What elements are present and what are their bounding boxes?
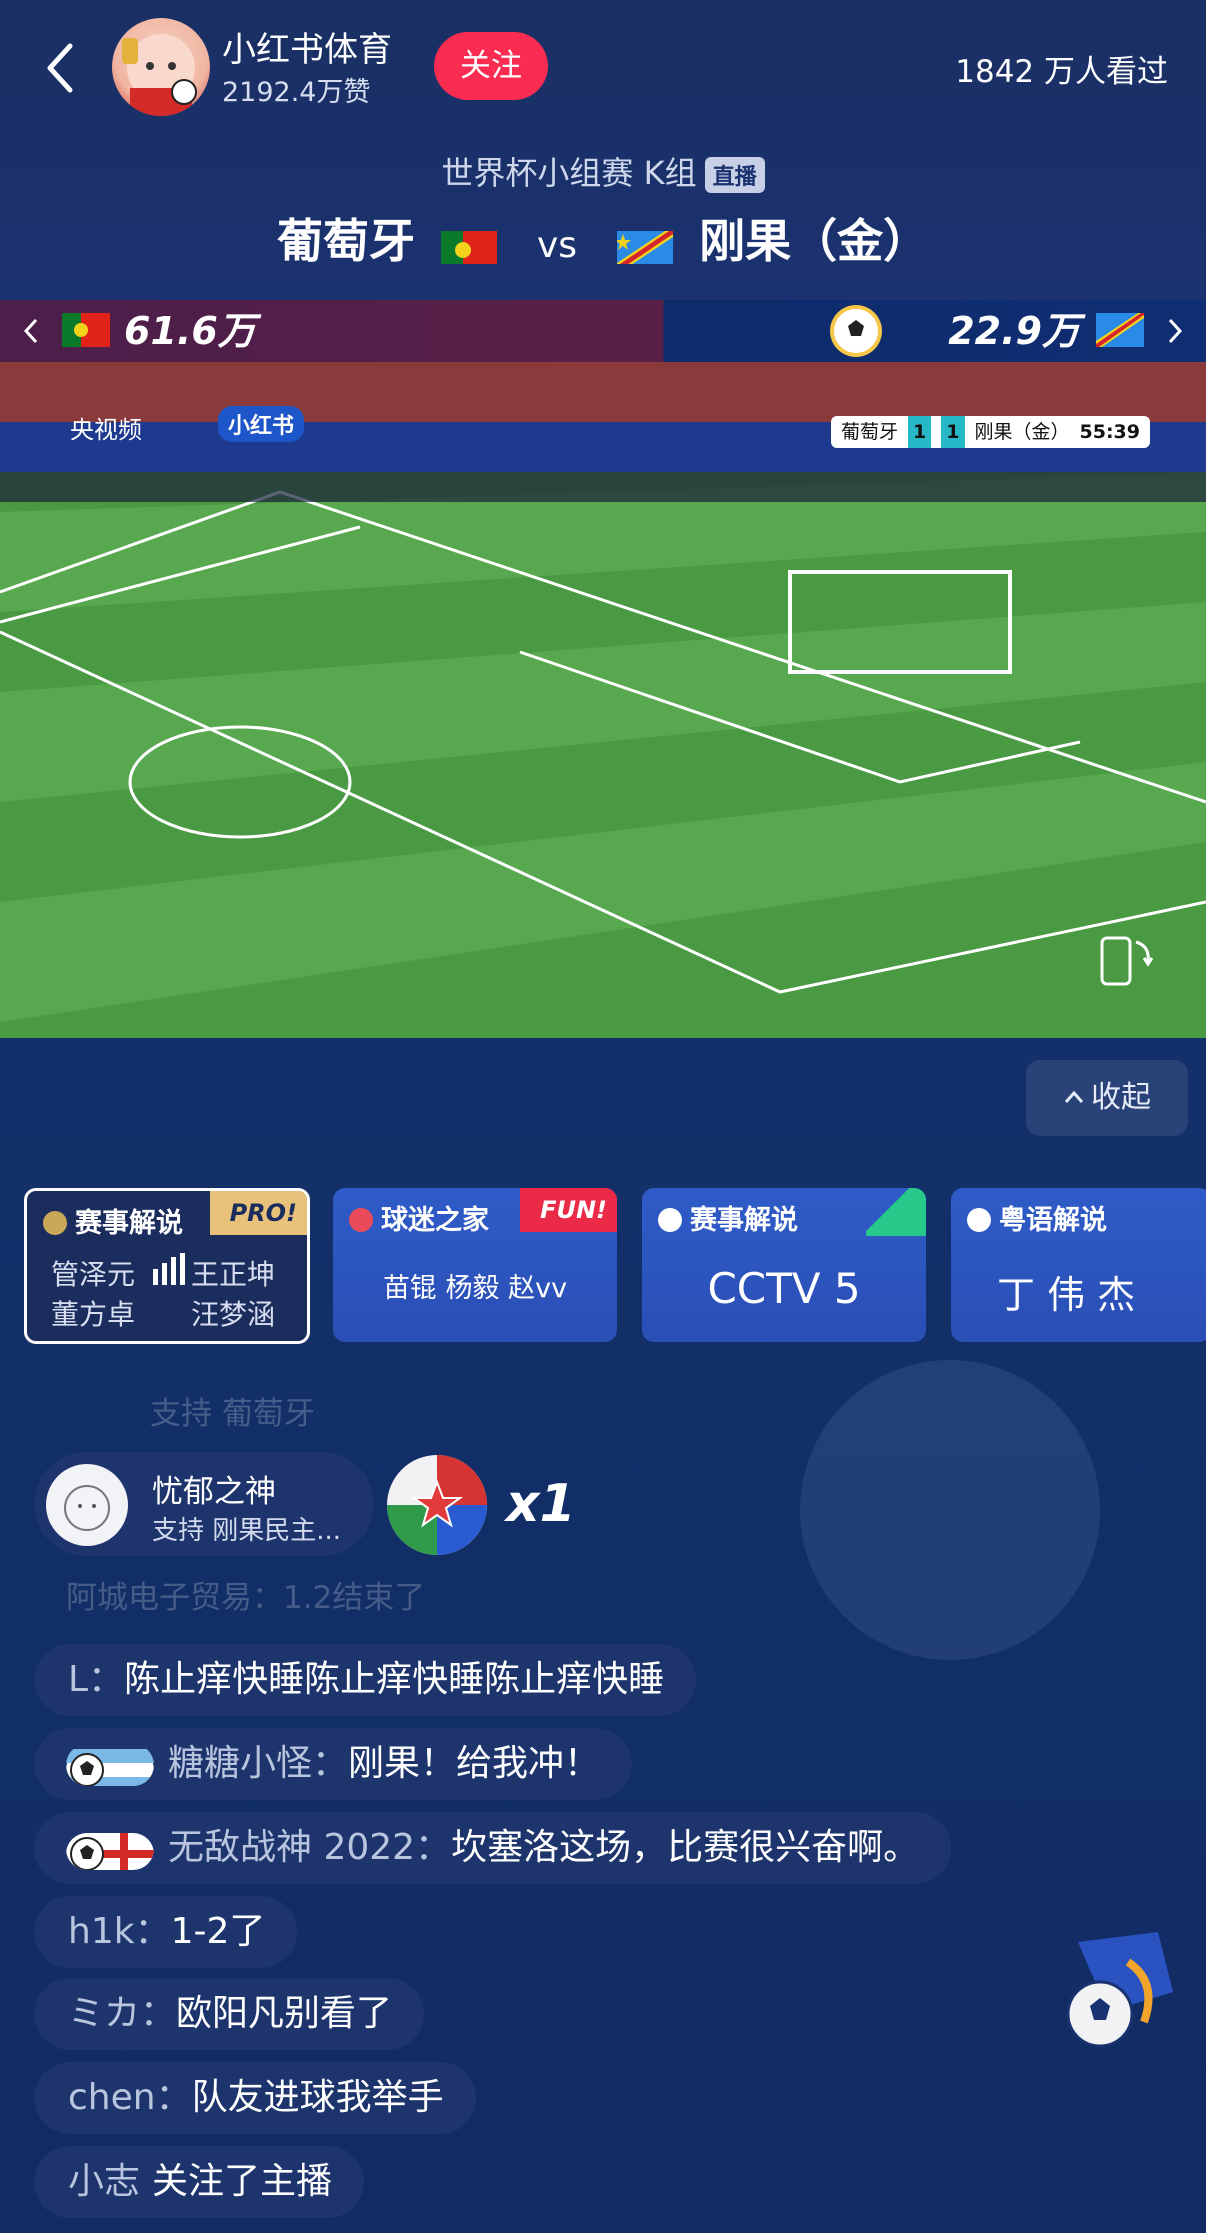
score-home-name: 葡萄牙 — [841, 421, 899, 443]
team-home: 葡萄牙 — [276, 214, 415, 268]
score-home: 1 — [908, 416, 932, 448]
card-title: 球迷之家 — [349, 1198, 489, 1237]
portugal-flag-icon — [440, 226, 497, 264]
broadcaster-logo: 央视频 — [70, 416, 142, 444]
congo-flag-icon — [617, 226, 674, 264]
commentary-card-cantonese[interactable]: 粤语解说 丁 伟 杰 — [951, 1188, 1206, 1342]
commentator-4: 汪梦涵 — [191, 1298, 276, 1331]
live-tag: 直播 — [704, 157, 765, 193]
rotate-screen-icon[interactable] — [1096, 928, 1156, 988]
chat-text: 陈止痒快睡陈止痒快睡陈止痒快睡 — [124, 1659, 665, 1700]
gift-username[interactable]: 忧郁之神 — [152, 1466, 276, 1511]
video-player[interactable]: 央视频 小红书 葡萄牙 1 1 刚果（金） 55:39 — [0, 362, 1206, 1038]
viewer-count: 1842 万人看过 — [955, 54, 1168, 90]
avatar-face-icon — [122, 34, 197, 116]
commentary-card-pro[interactable]: 赛事解说 PRO! 管泽元 王正坤 董方卓 汪梦涵 — [24, 1188, 310, 1344]
gift-count: x1 — [506, 1474, 576, 1534]
card-corner-accent — [866, 1188, 926, 1236]
chevron-up-icon — [1063, 1062, 1085, 1103]
golden-ball-icon — [830, 305, 882, 357]
support-bar[interactable]: 61.6万 22.9万 — [0, 300, 1206, 362]
card-title: 赛事解说 — [43, 1201, 183, 1240]
commentary-card-cctv[interactable]: 赛事解说 CCTV 5 — [642, 1188, 926, 1342]
match-title: 葡萄牙 vs 刚果（金） — [0, 205, 1206, 271]
chat-message[interactable]: 小志 关注了主播 — [34, 2146, 365, 2218]
audio-level-icon — [153, 1253, 185, 1285]
team-away: 刚果（金） — [699, 214, 930, 268]
card-title: 粤语解说 — [967, 1198, 1107, 1237]
commentator-2: 王正坤 — [191, 1258, 276, 1291]
score-away-name: 刚果（金） — [974, 421, 1070, 443]
congo-flag-icon — [1096, 313, 1144, 347]
chat-message[interactable]: h1k：1-2了 — [34, 1896, 298, 1968]
chat-text: 刚果！给我冲！ — [348, 1743, 601, 1784]
argentina-fan-badge-icon — [66, 1744, 154, 1786]
chat-message[interactable]: L：陈止痒快睡陈止痒快睡陈止痒快睡 — [34, 1644, 697, 1716]
chat-text: 关注了主播 — [152, 2161, 333, 2202]
scoreboard: 葡萄牙 1 1 刚果（金） 55:39 — [831, 416, 1150, 448]
pitch-scene — [0, 362, 1206, 1038]
fun-badge: FUN! — [520, 1188, 617, 1232]
chevron-left-icon[interactable] — [22, 316, 40, 346]
chat-username[interactable]: 小志 — [68, 2161, 140, 2202]
chat-username[interactable]: ミカ： — [68, 1993, 176, 2034]
ball-icon — [967, 1208, 991, 1232]
cat-face-icon — [64, 1485, 110, 1531]
chat-message[interactable]: ミカ：欧阳凡别看了 — [34, 1978, 425, 2050]
ball-icon — [349, 1208, 373, 1232]
faded-message: 支持 葡萄牙 — [150, 1396, 315, 1432]
host-avatar[interactable] — [112, 18, 210, 116]
card-channel: CCTV 5 — [707, 1264, 861, 1313]
faded-message: 阿城电子贸易：1.2结束了 — [66, 1580, 426, 1616]
card-commentator: 丁 伟 杰 — [997, 1273, 1136, 1317]
england-fan-badge-icon — [66, 1828, 154, 1870]
chat-message[interactable]: 无敌战神 2022：坎塞洛这场，比赛很兴奋啊。 — [34, 1812, 952, 1884]
gift-notice: 忧郁之神 支持 刚果民主... — [34, 1452, 374, 1556]
chat-username[interactable]: chen： — [68, 2077, 192, 2118]
chat-text: 队友进球我举手 — [191, 2077, 444, 2118]
match-stage: 世界杯小组赛 K组 — [441, 154, 697, 192]
back-icon[interactable] — [40, 38, 80, 98]
match-clock: 55:39 — [1079, 421, 1140, 443]
chat-username[interactable]: h1k： — [68, 1911, 171, 1952]
commentator-1: 管泽元 — [51, 1258, 136, 1291]
collapse-button[interactable]: 收起 — [1026, 1060, 1188, 1136]
card-title: 赛事解说 — [658, 1198, 798, 1237]
platform-chip: 小红书 — [218, 406, 305, 442]
cheer-button-icon[interactable] — [1048, 1922, 1188, 2052]
follow-button[interactable]: 关注 — [434, 32, 548, 100]
ball-icon — [658, 1208, 682, 1232]
chat-username[interactable]: 糖糖小怪： — [168, 1743, 348, 1784]
chat-text: 坎塞洛这场，比赛很兴奋啊。 — [451, 1827, 920, 1868]
gift-support-text: 支持 刚果民主... — [152, 1516, 342, 1546]
portugal-flag-icon — [62, 313, 110, 347]
host-name[interactable]: 小红书体育 — [222, 22, 392, 71]
away-support-count: 22.9万 — [948, 309, 1080, 353]
collapse-label: 收起 — [1091, 1080, 1151, 1115]
chat-message[interactable]: chen：队友进球我举手 — [34, 2062, 476, 2134]
chat-username[interactable]: 无敌战神 2022： — [168, 1827, 451, 1868]
home-support-count: 61.6万 — [124, 309, 256, 353]
chevron-right-icon[interactable] — [1166, 316, 1184, 346]
chat-username[interactable]: L： — [68, 1659, 124, 1700]
match-subtitle: 世界杯小组赛 K组 直播 — [0, 148, 1206, 194]
chat-message[interactable]: 糖糖小怪：刚果！给我冲！ — [34, 1728, 633, 1800]
commentary-card-fans[interactable]: 球迷之家 FUN! 苗锟 杨毅 赵vv — [333, 1188, 617, 1342]
score-away: 1 — [941, 416, 965, 448]
commentator-3: 董方卓 — [51, 1298, 136, 1331]
chat-text: 欧阳凡别看了 — [176, 1993, 393, 2034]
host-likes: 2192.4万赞 — [222, 77, 371, 108]
pro-badge: PRO! — [209, 1191, 307, 1235]
vs-label: vs — [536, 225, 578, 266]
card-commentators: 苗锟 杨毅 赵vv — [382, 1273, 568, 1304]
gift-ball-icon — [387, 1455, 487, 1555]
ball-icon — [43, 1211, 67, 1235]
decorative-ball — [800, 1360, 1100, 1660]
user-avatar[interactable] — [46, 1464, 128, 1546]
chat-text: 1-2了 — [170, 1911, 266, 1952]
